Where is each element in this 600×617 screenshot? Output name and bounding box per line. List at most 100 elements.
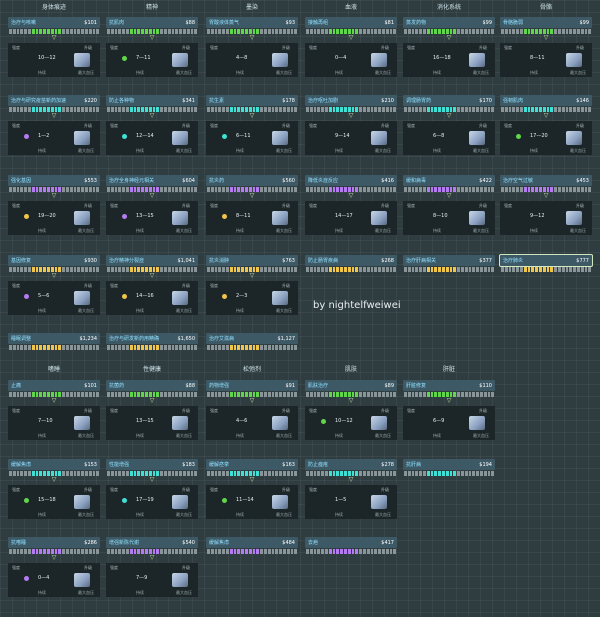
upgrade-card[interactable]: 强度 升级 1—5 持续 最大血压 bbox=[305, 485, 397, 519]
upgrade-block[interactable]: 抗嗜睡 $286 ▽ 强度 升级 0—4 持续 最大血压 bbox=[8, 537, 100, 597]
upgrade-card[interactable]: 强度 升级 16—18 持续 最大血压 bbox=[403, 43, 495, 77]
upgrade-header[interactable]: 肝脏修复 $110 bbox=[403, 380, 495, 391]
upgrade-block[interactable]: 防止肠胃疾病 $268 bbox=[305, 255, 397, 272]
upgrade-block[interactable]: 去疤 $417 bbox=[305, 537, 397, 554]
upgrade-block[interactable]: 防止痤疮 $278 ▽ 强度 升级 1—5 持续 最大血压 bbox=[305, 459, 397, 519]
upgrade-header[interactable]: 药物增强 $91 bbox=[206, 380, 298, 391]
upgrade-header[interactable]: 防止肠胃疾病 $268 bbox=[305, 255, 397, 266]
upgrade-block[interactable]: 肌肤治疗 $89 ▽ 强度 升级 10—12 持续 最大血压 bbox=[305, 380, 397, 440]
upgrade-block[interactable]: 治疗呕吐加剧 $210 ▽ 强度 升级 9—14 持续 最大血压 bbox=[305, 95, 397, 155]
upgrade-header[interactable]: 降低炎症反应 $416 bbox=[305, 175, 397, 186]
upgrade-block[interactable]: 性能增强 $183 ▽ 强度 升级 17—19 持续 最大血压 bbox=[106, 459, 198, 519]
upgrade-header[interactable]: 强化基因 $553 bbox=[8, 175, 100, 186]
upgrade-card[interactable]: 强度 升级 17—19 持续 最大血压 bbox=[106, 485, 198, 519]
upgrade-card[interactable]: 强度 升级 6—11 持续 最大血压 bbox=[206, 121, 298, 155]
upgrade-header[interactable]: 接触再组 $81 bbox=[305, 17, 397, 28]
upgrade-block[interactable]: 基因修复 $930 ▽ 强度 升级 5—6 持续 最大血压 bbox=[8, 255, 100, 315]
upgrade-block[interactable]: 缓解痉挛 $163 ▽ 强度 升级 11—14 持续 最大血压 bbox=[206, 459, 298, 519]
upgrade-header[interactable]: 治疗肺炎 $777 bbox=[499, 254, 593, 267]
upgrade-block[interactable]: 抗炎消肿 $763 ▽ 强度 升级 2—3 持续 最大血压 bbox=[206, 255, 298, 315]
upgrade-block[interactable]: 治疗艾滋病 $1,127 bbox=[206, 333, 298, 350]
upgrade-block[interactable]: 治疗肝病相关 $377 bbox=[403, 255, 495, 272]
upgrade-card[interactable]: 强度 升级 8—11 持续 最大血压 bbox=[500, 43, 592, 77]
upgrade-card[interactable]: 强度 升级 4—8 持续 最大血压 bbox=[206, 43, 298, 77]
upgrade-card[interactable]: 强度 升级 7—9 持续 最大血压 bbox=[106, 563, 198, 597]
upgrade-block[interactable]: 胃酸液体蒸气 $93 ▽ 强度 升级 4—8 持续 最大血压 bbox=[206, 17, 298, 77]
upgrade-header[interactable]: 抗炎消肿 $763 bbox=[206, 255, 298, 266]
upgrade-card[interactable]: 强度 升级 14—17 持续 最大血压 bbox=[305, 201, 397, 235]
upgrade-card[interactable]: 强度 升级 13—15 持续 最大血压 bbox=[106, 406, 198, 440]
upgrade-card[interactable]: 强度 升级 7—11 持续 最大血压 bbox=[106, 43, 198, 77]
upgrade-block[interactable]: 缓解焦虑 $153 ▽ 强度 升级 15—18 持续 最大血压 bbox=[8, 459, 100, 519]
upgrade-card[interactable]: 强度 升级 14—16 持续 最大血压 bbox=[106, 281, 198, 315]
upgrade-header[interactable]: 胃酸液体蒸气 $93 bbox=[206, 17, 298, 28]
upgrade-block[interactable]: 治疗与研发新药用精确 $1,650 bbox=[106, 333, 198, 350]
upgrade-card[interactable]: 强度 升级 0—4 持续 最大血压 bbox=[8, 563, 100, 597]
upgrade-header[interactable]: 肌肤治疗 $89 bbox=[305, 380, 397, 391]
upgrade-header[interactable]: 治疗肝病相关 $377 bbox=[403, 255, 495, 266]
upgrade-header[interactable]: 抗炎药 $560 bbox=[206, 175, 298, 186]
upgrade-block[interactable]: 骨骼脆弱 $99 ▽ 强度 升级 8—11 持续 最大血压 bbox=[500, 17, 592, 77]
upgrade-card[interactable]: 强度 升级 10—12 持续 最大血压 bbox=[305, 406, 397, 440]
upgrade-header[interactable]: 缓和病毒 $422 bbox=[403, 175, 495, 186]
upgrade-card[interactable]: 强度 升级 9—14 持续 最大血压 bbox=[305, 121, 397, 155]
upgrade-header[interactable]: 治疗精神分裂症 $1,041 bbox=[106, 255, 198, 266]
upgrade-header[interactable]: 缓解痉挛 $163 bbox=[206, 459, 298, 470]
upgrade-card[interactable]: 强度 升级 8—10 持续 最大血压 bbox=[403, 201, 495, 235]
upgrade-header[interactable]: 调理肠胃药 $170 bbox=[403, 95, 495, 106]
upgrade-block[interactable]: 治疗全身神经元相关 $604 ▽ 强度 升级 13—15 持续 最大血压 bbox=[106, 175, 198, 235]
upgrade-card[interactable]: 强度 升级 2—3 持续 最大血压 bbox=[206, 281, 298, 315]
upgrade-card[interactable]: 强度 升级 15—18 持续 最大血压 bbox=[8, 485, 100, 519]
upgrade-block[interactable]: 增强新陈代谢 $540 ▽ 强度 升级 7—9 持续 最大血压 bbox=[106, 537, 198, 597]
upgrade-header[interactable]: 抗菌药 $88 bbox=[106, 380, 198, 391]
upgrade-header[interactable]: 骨骼脆弱 $99 bbox=[500, 17, 592, 28]
upgrade-card[interactable]: 强度 升级 7—10 持续 最大血压 bbox=[8, 406, 100, 440]
upgrade-block[interactable]: 缓和病毒 $422 ▽ 强度 升级 8—10 持续 最大血压 bbox=[403, 175, 495, 235]
upgrade-block[interactable]: 治疗肺炎 $777 bbox=[499, 254, 593, 272]
upgrade-header[interactable]: 治疗呕吐加剧 $210 bbox=[305, 95, 397, 106]
upgrade-block[interactable]: 降低炎症反应 $416 ▽ 强度 升级 14—17 持续 最大血压 bbox=[305, 175, 397, 235]
upgrade-card[interactable]: 强度 升级 12—14 持续 最大血压 bbox=[106, 121, 198, 155]
upgrade-block[interactable]: 抗炎药 $560 ▽ 强度 升级 8—11 持续 最大血压 bbox=[206, 175, 298, 235]
upgrade-card[interactable]: 强度 升级 1—2 持续 最大血压 bbox=[8, 121, 100, 155]
upgrade-header[interactable]: 防止各种物 $341 bbox=[106, 95, 198, 106]
upgrade-header[interactable]: 抗肌肉 $88 bbox=[106, 17, 198, 28]
upgrade-block[interactable]: 抗菌药 $88 ▽ 强度 升级 13—15 持续 最大血压 bbox=[106, 380, 198, 440]
upgrade-card[interactable]: 强度 升级 9—12 持续 最大血压 bbox=[500, 201, 592, 235]
upgrade-block[interactable]: 抗肌肉 $88 ▽ 强度 升级 7—11 持续 最大血压 bbox=[106, 17, 198, 77]
upgrade-header[interactable]: 抗肝病 $194 bbox=[403, 459, 495, 470]
upgrade-block[interactable]: 防止各种物 $341 ▽ 强度 升级 12—14 持续 最大血压 bbox=[106, 95, 198, 155]
upgrade-header[interactable]: 治疗空气过敏 $453 bbox=[500, 175, 592, 186]
upgrade-header[interactable]: 抗嗜睡 $286 bbox=[8, 537, 100, 548]
upgrade-header[interactable]: 治疗与研发新药用精确 $1,650 bbox=[106, 333, 198, 344]
upgrade-header[interactable]: 止痛 $101 bbox=[8, 380, 100, 391]
upgrade-block[interactable]: 治疗精神分裂症 $1,041 ▽ 强度 升级 14—16 持续 最大血压 bbox=[106, 255, 198, 315]
upgrade-header[interactable]: 蒸发药物 $99 bbox=[403, 17, 495, 28]
upgrade-block[interactable]: 肝脏修复 $110 ▽ 强度 升级 6—9 持续 最大血压 bbox=[403, 380, 495, 440]
upgrade-header[interactable]: 强韧肌肉 $146 bbox=[500, 95, 592, 106]
upgrade-header[interactable]: 治疗与咳嗽 $101 bbox=[8, 17, 100, 28]
upgrade-card[interactable]: 强度 升级 13—15 持续 最大血压 bbox=[106, 201, 198, 235]
upgrade-block[interactable]: 治疗与咳嗽 $101 ▽ 强度 升级 10—12 持续 最大血压 bbox=[8, 17, 100, 77]
upgrade-block[interactable]: 缓解焦虑 $484 bbox=[206, 537, 298, 554]
upgrade-block[interactable]: 抗肝病 $194 bbox=[403, 459, 495, 476]
upgrade-card[interactable]: 强度 升级 5—6 持续 最大血压 bbox=[8, 281, 100, 315]
upgrade-header[interactable]: 性能增强 $183 bbox=[106, 459, 198, 470]
upgrade-header[interactable]: 缓解焦虑 $153 bbox=[8, 459, 100, 470]
upgrade-block[interactable]: 药物增强 $91 ▽ 强度 升级 4—6 持续 最大血压 bbox=[206, 380, 298, 440]
upgrade-header[interactable]: 防止痤疮 $278 bbox=[305, 459, 397, 470]
upgrade-card[interactable]: 强度 升级 17—20 持续 最大血压 bbox=[500, 121, 592, 155]
upgrade-card[interactable]: 强度 升级 19—20 持续 最大血压 bbox=[8, 201, 100, 235]
upgrade-block[interactable]: 调理肠胃药 $170 ▽ 强度 升级 6—8 持续 最大血压 bbox=[403, 95, 495, 155]
upgrade-header[interactable]: 睡眠调整 $1,234 bbox=[8, 333, 100, 344]
upgrade-block[interactable]: 止痛 $101 ▽ 强度 升级 7—10 持续 最大血压 bbox=[8, 380, 100, 440]
upgrade-header[interactable]: 治疗全身神经元相关 $604 bbox=[106, 175, 198, 186]
upgrade-card[interactable]: 强度 升级 0—4 持续 最大血压 bbox=[305, 43, 397, 77]
upgrade-card[interactable]: 强度 升级 6—8 持续 最大血压 bbox=[403, 121, 495, 155]
upgrade-header[interactable]: 缓解焦虑 $484 bbox=[206, 537, 298, 548]
upgrade-block[interactable]: 睡眠调整 $1,234 bbox=[8, 333, 100, 350]
upgrade-header[interactable]: 治疗艾滋病 $1,127 bbox=[206, 333, 298, 344]
upgrade-header[interactable]: 治疗与研究疫苗新药加速 $220 bbox=[8, 95, 100, 106]
upgrade-card[interactable]: 强度 升级 11—14 持续 最大血压 bbox=[206, 485, 298, 519]
upgrade-block[interactable]: 治疗空气过敏 $453 ▽ 强度 升级 9—12 持续 最大血压 bbox=[500, 175, 592, 235]
